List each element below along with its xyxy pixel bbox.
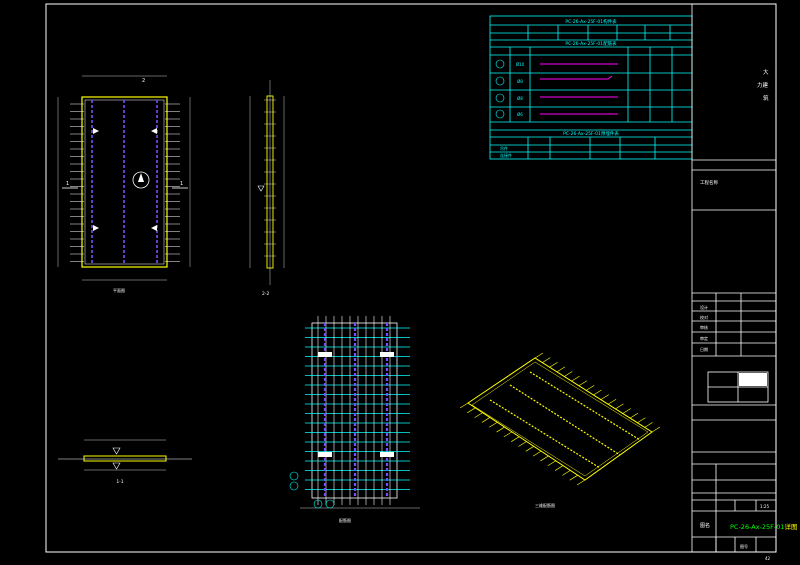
iso-stub	[629, 412, 639, 419]
cut-2-top: 2	[142, 78, 145, 84]
drawing-number: PC-26-Ax-25F-01详图	[730, 522, 798, 531]
iso-stub	[503, 431, 513, 438]
iso-stub	[518, 441, 527, 447]
iso-stub	[644, 422, 653, 428]
iso-stub	[600, 394, 609, 400]
project-label: 工程名称	[700, 179, 718, 186]
iso-stub	[571, 375, 580, 382]
svg-text:力建: 力建	[757, 81, 769, 89]
iso-stub	[578, 380, 588, 387]
svg-text:筑: 筑	[763, 94, 769, 102]
iso-stub	[525, 446, 534, 452]
iso-stub	[615, 403, 624, 410]
rebar-spec-4: Ø6	[517, 112, 523, 117]
logo-fill-cell	[739, 373, 767, 386]
iso-stub	[496, 426, 505, 433]
rebar-spec-1: Ø10	[516, 62, 525, 67]
plan-view	[57, 75, 191, 281]
embed-row-2: 连接件	[500, 152, 512, 158]
rebar-row-ids	[495, 59, 505, 119]
page-number: 42	[765, 556, 771, 561]
svg-text:日期: 日期	[700, 346, 708, 352]
footer-label: 图名	[700, 522, 710, 529]
iso-stub	[564, 371, 573, 377]
iso-stub	[542, 357, 551, 363]
iso-stub	[532, 450, 542, 457]
embed-row-1: 吊件	[500, 145, 508, 151]
iso-stub	[481, 417, 491, 423]
schedule-table	[489, 15, 693, 160]
cut-1-left: 1	[66, 181, 69, 187]
isometric-rebar-view	[459, 352, 661, 486]
iso-stub	[586, 385, 595, 391]
section-2-2-label: 2-2	[262, 291, 269, 297]
iso-stub	[556, 366, 566, 373]
page-label: 图号	[740, 543, 748, 549]
iso-stub	[474, 412, 483, 418]
cad-drawing-canvas: PC-26-Ax-25F-01构件表 PC-26-Ax-25F-01配筋表 PC…	[45, 3, 798, 561]
cut-1-right: 1	[180, 181, 183, 187]
section-2-2-view	[249, 80, 285, 285]
company-stamp: 大 力建 筑	[757, 68, 769, 102]
table-bottom-title: PC-26-Ax-25F-01预埋件表	[563, 130, 619, 137]
iso-stub	[607, 398, 617, 405]
iso-stub	[459, 402, 469, 409]
svg-text:审定: 审定	[700, 335, 708, 341]
plan-view-label: 平面图	[113, 287, 125, 293]
rebar-shape-sketches	[540, 63, 618, 115]
iso-stub	[554, 465, 564, 471]
svg-text:大: 大	[763, 68, 769, 76]
iso-view-label: 三维配筋图	[535, 502, 555, 508]
iso-stub	[651, 426, 661, 433]
rebar-plan-view	[289, 316, 420, 509]
iso-stub	[622, 408, 631, 414]
scale-value: 1:25	[760, 504, 769, 509]
svg-text:审核: 审核	[700, 324, 708, 330]
section-1-1-label: 1-1	[116, 479, 123, 485]
iso-stub	[593, 389, 602, 396]
iso-stub	[489, 421, 498, 428]
iso-stub	[562, 470, 571, 476]
iso-stub	[549, 361, 558, 368]
iso-stub	[540, 455, 549, 462]
section-1-1-view	[58, 439, 192, 471]
rebar-spec-2: Ø8	[517, 79, 523, 84]
iso-stub	[576, 479, 586, 486]
svg-text:设计: 设计	[700, 304, 708, 310]
iso-stub	[569, 474, 578, 481]
svg-text:校对: 校对	[700, 314, 708, 320]
iso-stub	[534, 352, 544, 359]
iso-stub	[637, 417, 646, 424]
table-mid-title: PC-26-Ax-25F-01配筋表	[565, 40, 617, 47]
iso-stub	[547, 460, 556, 467]
rebar-plan-label: 配筋图	[339, 517, 351, 523]
iso-stub	[511, 436, 520, 442]
iso-stub	[467, 407, 476, 414]
rebar-spec-3: Ø8	[517, 96, 523, 101]
table-top-title: PC-26-Ax-25F-01构件表	[565, 18, 617, 25]
